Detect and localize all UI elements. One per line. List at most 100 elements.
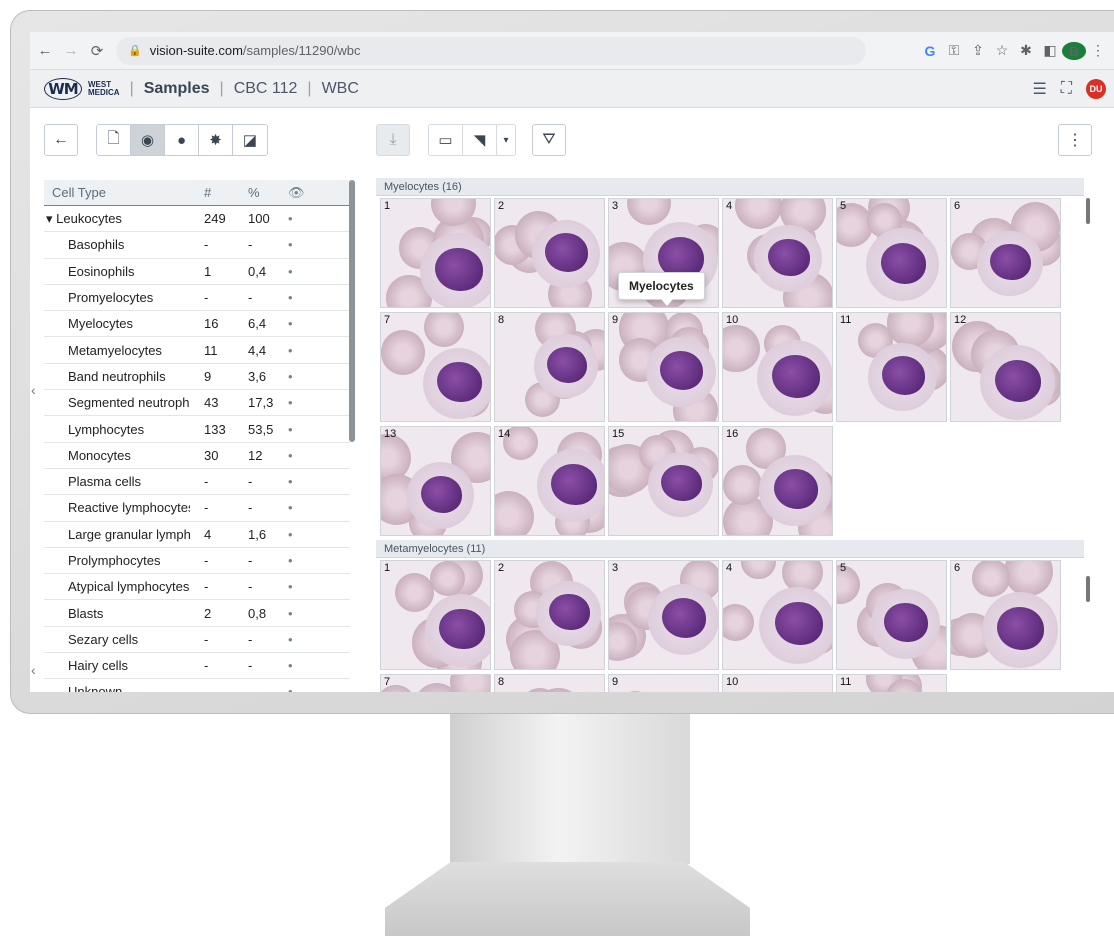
cell-thumbnail[interactable]: 5 bbox=[836, 198, 947, 308]
table-row[interactable]: Plasma cells - - • bbox=[44, 469, 350, 496]
table-row[interactable]: Monocytes 30 12 • bbox=[44, 443, 350, 469]
visibility-dot-icon[interactable]: • bbox=[278, 658, 308, 673]
gallery-scrollbar[interactable] bbox=[1086, 198, 1090, 224]
breadcrumb-sample-id[interactable]: CBC 112 bbox=[234, 80, 298, 98]
cell-thumbnail[interactable]: 2 bbox=[494, 560, 605, 670]
visibility-dot-icon[interactable]: • bbox=[278, 579, 308, 594]
visibility-dot-icon[interactable]: • bbox=[278, 500, 308, 515]
cell-thumbnail[interactable]: 4 bbox=[722, 198, 833, 308]
star-view-icon[interactable]: ✸ bbox=[199, 125, 233, 155]
visibility-dot-icon[interactable]: • bbox=[278, 684, 308, 692]
column-percent[interactable]: % bbox=[232, 185, 278, 200]
forward-arrow-icon[interactable]: → bbox=[60, 40, 82, 62]
address-bar[interactable]: 🔒 vision-suite.com/samples/11290/wbc bbox=[116, 36, 866, 65]
cell-thumbnail[interactable]: 10 bbox=[722, 312, 833, 422]
visibility-dot-icon[interactable]: • bbox=[278, 422, 308, 437]
triangle-icon[interactable]: ◥ bbox=[463, 125, 497, 155]
visibility-dot-icon[interactable]: • bbox=[278, 264, 308, 279]
table-row[interactable]: Reactive lymphocytes - - • bbox=[44, 495, 350, 522]
cell-thumbnail[interactable]: 10 bbox=[722, 674, 833, 692]
table-row[interactable]: Unknown - - • bbox=[44, 679, 350, 692]
cell-thumbnail[interactable]: 6 bbox=[950, 198, 1061, 308]
cell-thumbnail[interactable]: 1 bbox=[380, 560, 491, 670]
cell-thumbnail[interactable]: 5 bbox=[836, 560, 947, 670]
visibility-dot-icon[interactable]: • bbox=[278, 474, 308, 489]
gallery-scrollbar[interactable] bbox=[1086, 576, 1090, 602]
table-row[interactable]: Sezary cells - - • bbox=[44, 627, 350, 654]
dropdown-caret-icon[interactable]: ▾ bbox=[497, 125, 515, 155]
side-panel-icon[interactable]: ◧ bbox=[1038, 42, 1062, 59]
expand-caret-icon[interactable]: ▾ bbox=[46, 211, 53, 226]
cell-thumbnail[interactable]: 9 bbox=[608, 312, 719, 422]
circle-view-icon[interactable]: ● bbox=[165, 125, 199, 155]
cell-thumbnail[interactable]: 13 bbox=[380, 426, 491, 536]
comment-icon[interactable]: ▭ bbox=[429, 125, 463, 155]
cell-thumbnail[interactable]: 11 bbox=[836, 674, 947, 692]
cell-thumbnail[interactable]: 15 bbox=[608, 426, 719, 536]
profile-avatar[interactable]: B bbox=[1062, 41, 1086, 60]
table-row[interactable]: Prolymphocytes - - • bbox=[44, 548, 350, 575]
visibility-dot-icon[interactable]: • bbox=[278, 343, 308, 358]
key-icon[interactable]: ⚿ bbox=[942, 42, 966, 59]
cell-thumbnail[interactable]: 9 bbox=[608, 674, 719, 692]
share-icon[interactable]: ⇪ bbox=[966, 42, 990, 59]
column-count[interactable]: # bbox=[190, 185, 232, 200]
cell-thumbnail[interactable]: 11 bbox=[836, 312, 947, 422]
visibility-dot-icon[interactable]: • bbox=[278, 632, 308, 647]
cell-thumbnail[interactable]: 1 bbox=[380, 198, 491, 308]
visibility-dot-icon[interactable]: • bbox=[278, 606, 308, 621]
cell-thumbnail[interactable]: 7 bbox=[380, 674, 491, 692]
visibility-dot-icon[interactable]: • bbox=[278, 369, 308, 384]
cell-thumbnail[interactable]: 8 bbox=[494, 674, 605, 692]
table-row[interactable]: Promyelocytes - - • bbox=[44, 285, 350, 312]
visibility-eye-icon[interactable]: 👁 bbox=[278, 185, 308, 201]
fullscreen-icon[interactable]: ⛶ bbox=[1061, 80, 1072, 98]
table-row[interactable]: Band neutrophils 9 3,6 • bbox=[44, 364, 350, 391]
table-row[interactable]: Basophils - - • bbox=[44, 232, 350, 259]
extensions-puzzle-icon[interactable]: ✱ bbox=[1014, 42, 1038, 59]
back-button[interactable]: ← bbox=[44, 124, 78, 156]
cell-thumbnail[interactable]: 12 bbox=[950, 312, 1061, 422]
collapse-left-icon[interactable]: ‹ bbox=[31, 382, 36, 398]
visibility-dot-icon[interactable]: • bbox=[278, 237, 308, 252]
table-row[interactable]: Blasts 2 0,8 • bbox=[44, 600, 350, 627]
visibility-dot-icon[interactable]: • bbox=[278, 553, 308, 568]
cell-thumbnail[interactable]: 6 bbox=[950, 560, 1061, 670]
reload-icon[interactable]: ⟳ bbox=[86, 40, 108, 62]
cell-thumbnail[interactable]: 2 bbox=[494, 198, 605, 308]
browser-menu-icon[interactable]: ⋮ bbox=[1086, 42, 1110, 59]
visibility-dot-icon[interactable]: • bbox=[278, 448, 308, 463]
cell-thumbnail[interactable]: 8 bbox=[494, 312, 605, 422]
table-row[interactable]: Atypical lymphocytes - - • bbox=[44, 574, 350, 601]
cell-thumbnail[interactable]: 4 bbox=[722, 560, 833, 670]
cell-thumbnail[interactable]: 3 bbox=[608, 560, 719, 670]
table-scrollbar[interactable] bbox=[349, 180, 355, 442]
cell-view-icon[interactable]: ◉ bbox=[131, 125, 165, 155]
document-view-icon[interactable]: 🗋 bbox=[97, 125, 131, 155]
table-row[interactable]: Lymphocytes 133 53,5 • bbox=[44, 416, 350, 443]
visibility-dot-icon[interactable]: • bbox=[278, 316, 308, 331]
filter-button[interactable]: ⛛ bbox=[532, 124, 566, 156]
table-row[interactable]: Metamyelocytes 11 4,4 • bbox=[44, 337, 350, 364]
breadcrumb-samples[interactable]: Samples bbox=[144, 80, 210, 98]
image-view-icon[interactable]: ◪ bbox=[233, 125, 267, 155]
google-icon[interactable]: G bbox=[918, 43, 942, 59]
bookmark-star-icon[interactable]: ☆ bbox=[990, 42, 1014, 59]
visibility-dot-icon[interactable]: • bbox=[278, 211, 308, 226]
table-row[interactable]: Hairy cells - - • bbox=[44, 653, 350, 680]
table-row[interactable]: Large granular lymph... 4 1,6 • bbox=[44, 522, 350, 548]
download-button[interactable]: ⤓ bbox=[376, 124, 410, 156]
column-cell-type[interactable]: Cell Type bbox=[44, 185, 190, 200]
visibility-dot-icon[interactable]: • bbox=[278, 290, 308, 305]
table-row-leukocytes[interactable]: ▾ Leukocytes 249 100 • bbox=[44, 206, 350, 233]
table-row[interactable]: Eosinophils 1 0,4 • bbox=[44, 259, 350, 285]
more-options-button[interactable]: ⋮ bbox=[1058, 124, 1092, 156]
cell-thumbnail[interactable]: 14 bbox=[494, 426, 605, 536]
collapse-left-icon[interactable]: ‹ bbox=[31, 662, 36, 678]
cell-thumbnail[interactable]: 7 bbox=[380, 312, 491, 422]
back-arrow-icon[interactable]: ← bbox=[34, 40, 56, 62]
cell-thumbnail[interactable]: 16 bbox=[722, 426, 833, 536]
table-row[interactable]: Myelocytes 16 6,4 • bbox=[44, 311, 350, 338]
table-row[interactable]: Segmented neutrophils 43 17,3 • bbox=[44, 390, 350, 417]
visibility-dot-icon[interactable]: • bbox=[278, 527, 308, 542]
